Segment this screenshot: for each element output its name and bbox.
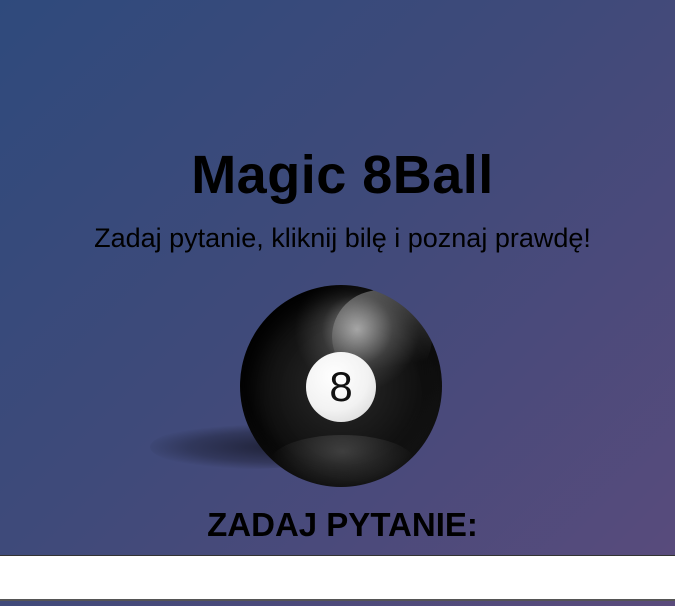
page-subtitle: Zadaj pytanie, kliknij bilę i poznaj pra… (94, 223, 591, 253)
ball-reflection (270, 435, 415, 487)
eight-ball-icon[interactable]: 8 (240, 285, 442, 487)
question-input[interactable] (0, 555, 675, 601)
ball-number: 8 (306, 352, 376, 422)
magic-8-ball-button[interactable]: 8 (150, 285, 450, 490)
page-title: Magic 8Ball (191, 145, 494, 205)
question-label: ZADAJ PYTANIE: (207, 506, 478, 543)
